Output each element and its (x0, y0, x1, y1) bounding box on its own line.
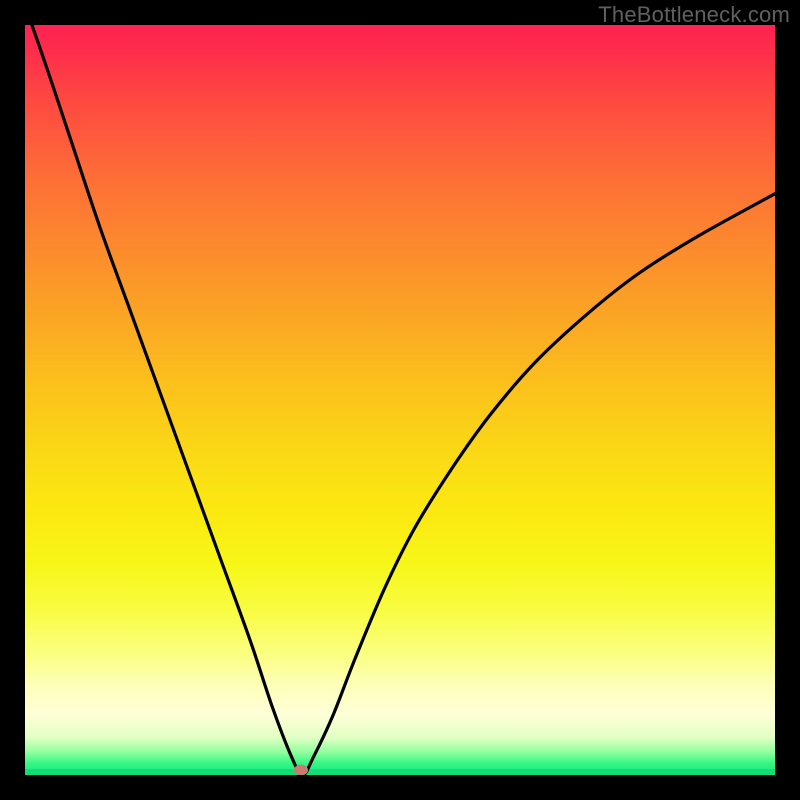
plot-area (25, 25, 775, 775)
bottleneck-curve (25, 25, 775, 775)
chart-frame: TheBottleneck.com (0, 0, 800, 800)
watermark-text: TheBottleneck.com (598, 2, 790, 28)
optimal-point-marker (294, 764, 308, 775)
